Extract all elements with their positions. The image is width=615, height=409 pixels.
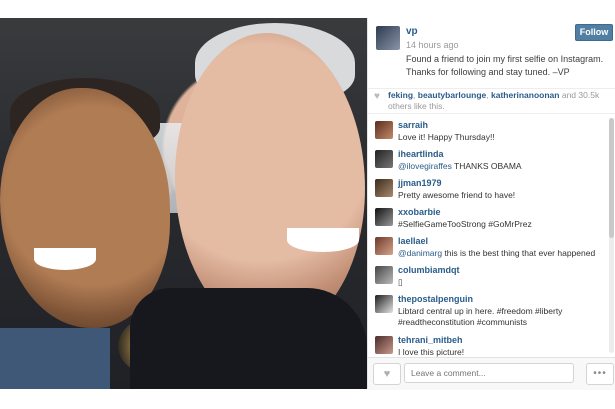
- comment-body: #SelfieGameTooStrong #GoMrPrez: [398, 219, 532, 229]
- likes-suffix: others like this.: [388, 101, 445, 111]
- comment-body: THANKS OBAMA: [451, 161, 522, 171]
- comment-username[interactable]: iheartlinda: [398, 149, 444, 159]
- comment-footer: ♥ •••: [368, 357, 615, 390]
- comment-input[interactable]: [404, 363, 574, 383]
- like-button[interactable]: ♥: [373, 363, 401, 385]
- comment-item: iheartlinda @ilovegiraffes THANKS OBAMA: [368, 146, 608, 175]
- avatar[interactable]: [375, 208, 393, 226]
- face-left: [0, 88, 170, 328]
- comment-item: tehrani_mitbeh I love this picture!: [368, 332, 608, 357]
- post-time: 14 hours ago: [406, 40, 459, 50]
- liker-link[interactable]: katherinanoonan: [491, 90, 559, 100]
- comment-body: Libtard central up in here. #freedom #li…: [398, 306, 563, 327]
- suit-right: [130, 288, 367, 389]
- comment-username[interactable]: xxobarbie: [398, 207, 441, 217]
- likes-text: feking, beautybarlounge, katherinanoonan…: [388, 90, 600, 111]
- avatar[interactable]: [375, 237, 393, 255]
- avatar[interactable]: [375, 150, 393, 168]
- shirt-left: [0, 328, 110, 389]
- comment-list: sarraih Love it! Happy Thursday!! iheart…: [368, 117, 608, 357]
- post-username[interactable]: vp: [406, 26, 418, 37]
- comment-text: @danimarg this is the best thing that ev…: [398, 248, 603, 259]
- comment-username[interactable]: tehrani_mitbeh: [398, 335, 463, 345]
- comment-text: #SelfieGameTooStrong #GoMrPrez: [398, 219, 603, 230]
- avatar[interactable]: [375, 266, 393, 284]
- comment-scrollbar[interactable]: [609, 118, 614, 353]
- comment-username[interactable]: thepostalpenguin: [398, 294, 473, 304]
- liker-link[interactable]: feking: [388, 90, 413, 100]
- comment-item: jjman1979 Pretty awesome friend to have!: [368, 175, 608, 204]
- smile-left: [34, 248, 96, 270]
- comment-text: Libtard central up in here. #freedom #li…: [398, 306, 603, 328]
- post-header: vp 14 hours ago Found a friend to join m…: [368, 18, 615, 98]
- smile-right: [287, 228, 359, 252]
- scrollbar-thumb[interactable]: [609, 118, 614, 238]
- avatar[interactable]: [375, 295, 393, 313]
- avatar[interactable]: [375, 336, 393, 354]
- follow-button[interactable]: Follow: [575, 24, 613, 41]
- comment-body: Love it! Happy Thursday!!: [398, 132, 495, 142]
- comment-body: I love this picture!: [398, 347, 465, 357]
- comment-body: ▯: [398, 277, 403, 287]
- post-panel: vp 14 hours ago Found a friend to join m…: [367, 18, 615, 390]
- heart-icon: ♥: [374, 91, 380, 102]
- avatar[interactable]: [376, 26, 400, 50]
- comment-username[interactable]: columbiamdqt: [398, 265, 460, 275]
- comment-text: Pretty awesome friend to have!: [398, 190, 603, 201]
- comment-username[interactable]: sarraih: [398, 120, 428, 130]
- avatar[interactable]: [375, 179, 393, 197]
- comment-body: this is the best thing that ever happene…: [442, 248, 596, 258]
- comment-item: sarraih Love it! Happy Thursday!!: [368, 117, 608, 146]
- post-caption: Found a friend to join my first selfie o…: [406, 54, 604, 77]
- comment-body: Pretty awesome friend to have!: [398, 190, 516, 200]
- comment-username[interactable]: laellael: [398, 236, 428, 246]
- comment-text: I love this picture!: [398, 347, 603, 357]
- avatar[interactable]: [375, 121, 393, 139]
- comment-item: xxobarbie #SelfieGameTooStrong #GoMrPrez: [368, 204, 608, 233]
- comment-text: Love it! Happy Thursday!!: [398, 132, 603, 143]
- liker-link[interactable]: beautybarlounge: [418, 90, 486, 100]
- comment-mention[interactable]: @ilovegiraffes: [398, 161, 452, 171]
- comment-item: thepostalpenguin Libtard central up in h…: [368, 291, 608, 332]
- heart-icon: ♥: [383, 368, 391, 380]
- comment-item: columbiamdqt ▯: [368, 262, 608, 291]
- likes-and: and: [561, 90, 577, 100]
- comment-item: laellael @danimarg this is the best thin…: [368, 233, 608, 262]
- instagram-post: vp 14 hours ago Found a friend to join m…: [0, 18, 615, 390]
- likes-row: ♥ feking, beautybarlounge, katherinanoon…: [368, 88, 615, 114]
- comment-text: @ilovegiraffes THANKS OBAMA: [398, 161, 603, 172]
- comment-username[interactable]: jjman1979: [398, 178, 442, 188]
- more-options-button[interactable]: •••: [586, 363, 614, 385]
- post-photo[interactable]: [0, 18, 367, 389]
- comment-mention[interactable]: @danimarg: [398, 248, 442, 258]
- likes-count: 30.5k: [578, 90, 600, 100]
- comment-text: ▯: [398, 277, 603, 288]
